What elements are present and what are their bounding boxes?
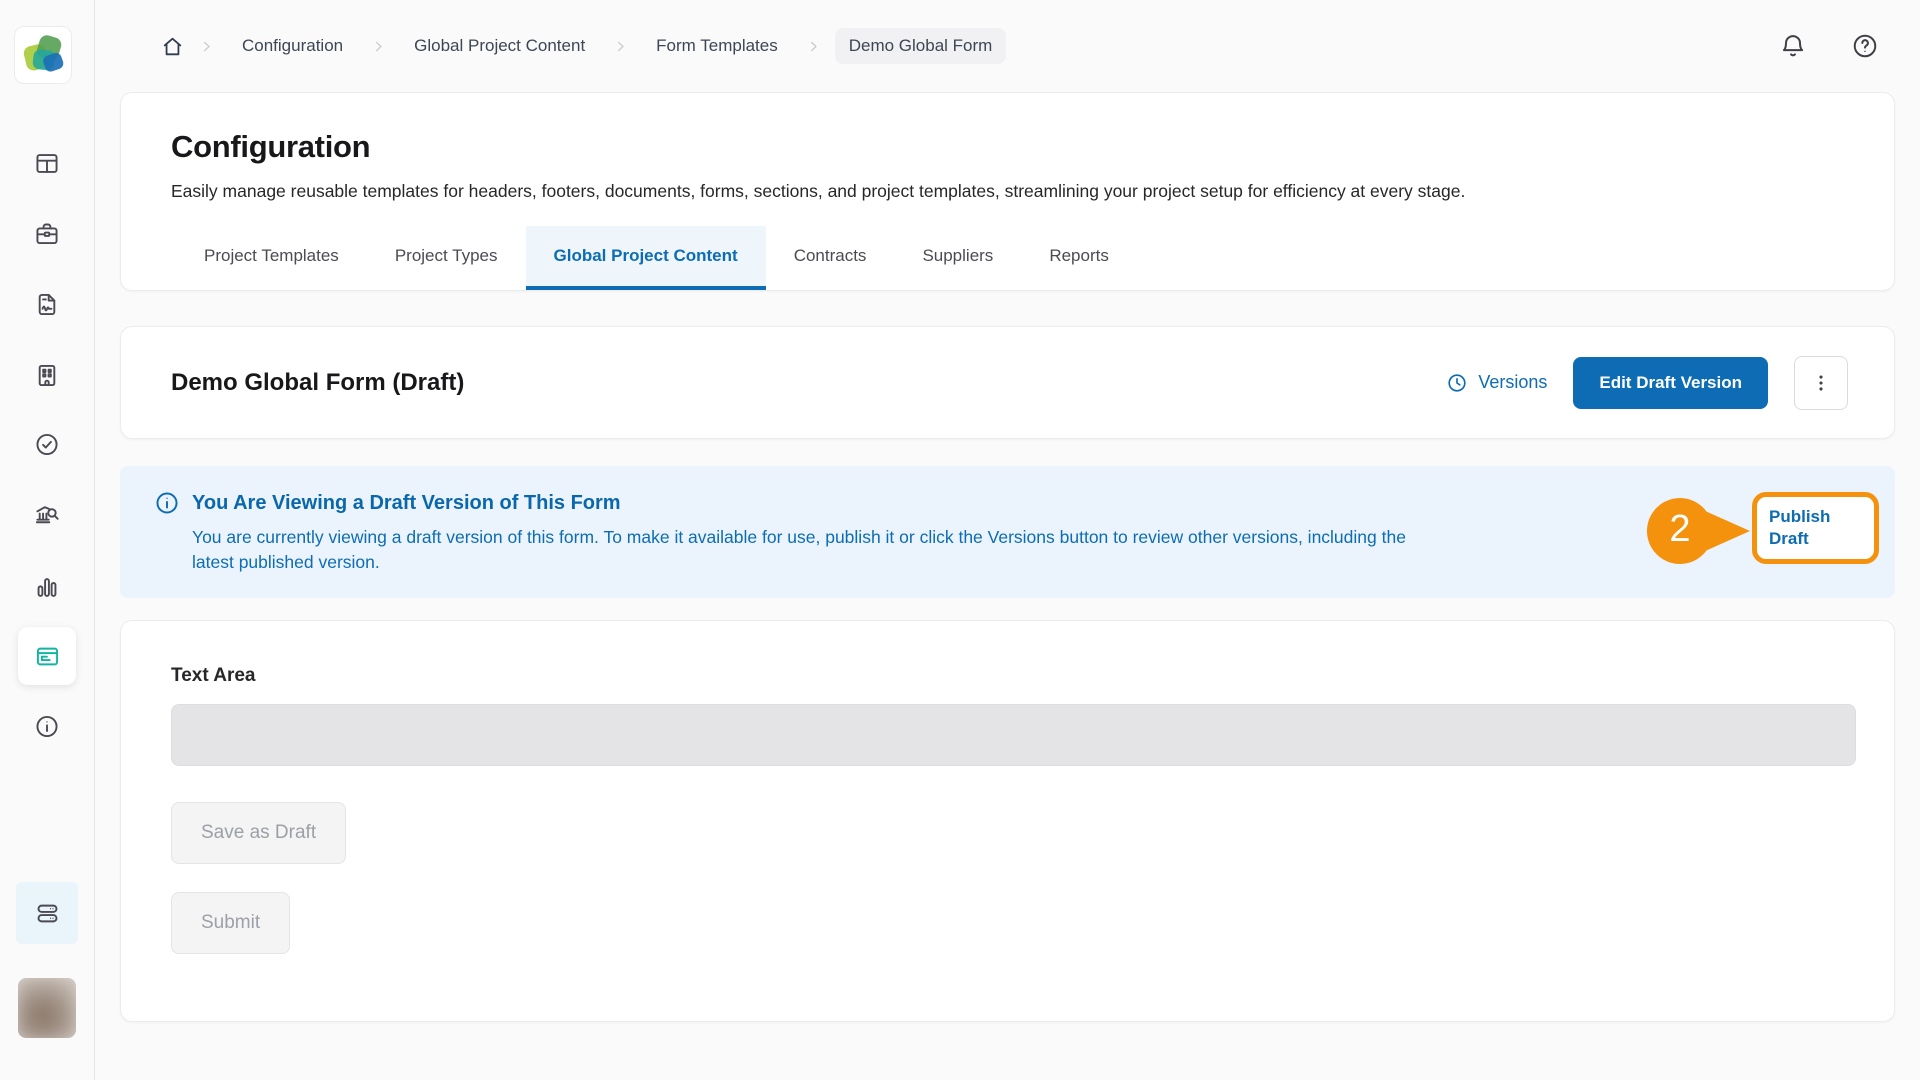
topbar: Configuration Global Project Content For… — [120, 0, 1895, 92]
submit-button[interactable]: Submit — [171, 892, 290, 954]
sidebar-item-projects[interactable] — [34, 220, 61, 247]
breadcrumb-form-templates[interactable]: Form Templates — [642, 28, 792, 64]
tab-reports[interactable]: Reports — [1021, 226, 1137, 290]
chevron-right-icon — [371, 39, 386, 54]
page-description: Easily manage reusable templates for hea… — [171, 181, 1844, 202]
bar-chart-icon — [34, 574, 61, 601]
chevron-right-icon — [199, 39, 214, 54]
edit-draft-version-button[interactable]: Edit Draft Version — [1573, 357, 1768, 409]
breadcrumb-global-project-content[interactable]: Global Project Content — [400, 28, 599, 64]
form-template-icon — [34, 643, 61, 670]
app-logo[interactable] — [14, 26, 72, 84]
sidebar-item-info[interactable] — [34, 713, 61, 740]
publish-draft-button[interactable]: Publish Draft — [1752, 492, 1879, 564]
annotation-step-balloon: 2 — [1646, 497, 1752, 565]
notifications-button[interactable] — [1779, 32, 1807, 60]
sidebar — [0, 0, 95, 1080]
tab-bar: Project Templates Project Types Global P… — [176, 226, 1844, 290]
brand-leaf-logo-icon — [20, 32, 66, 78]
building-icon — [34, 362, 61, 389]
home-icon — [160, 34, 185, 59]
main-content: Configuration Global Project Content For… — [95, 0, 1920, 1022]
clock-icon — [1446, 372, 1468, 394]
sidebar-item-environments[interactable] — [16, 882, 78, 944]
breadcrumb-configuration[interactable]: Configuration — [228, 28, 357, 64]
breadcrumb-demo-global-form: Demo Global Form — [835, 28, 1007, 64]
help-icon — [1851, 32, 1879, 60]
bell-icon — [1779, 32, 1807, 60]
versions-button[interactable]: Versions — [1446, 372, 1547, 394]
textarea-field-label: Text Area — [171, 665, 1856, 687]
check-circle-icon — [34, 431, 61, 458]
save-as-draft-button[interactable]: Save as Draft — [171, 802, 346, 864]
tab-contracts[interactable]: Contracts — [766, 226, 895, 290]
document-signature-icon — [34, 291, 61, 318]
servers-icon — [34, 900, 61, 927]
briefcase-icon — [34, 220, 61, 247]
sidebar-item-reports[interactable] — [34, 574, 61, 601]
sidebar-item-audit[interactable] — [34, 501, 61, 528]
banner-body: You are currently viewing a draft versio… — [192, 525, 1895, 575]
topbar-actions — [1779, 32, 1895, 60]
annotation-step-number: 2 — [1646, 508, 1714, 551]
sidebar-item-organizations[interactable] — [34, 362, 61, 389]
dashboard-layout-icon — [34, 150, 61, 177]
user-avatar[interactable] — [18, 978, 76, 1038]
kebab-menu-icon — [1810, 372, 1832, 394]
banner-text-line1: You are currently viewing a draft versio… — [192, 525, 1672, 550]
avatar-image — [18, 978, 76, 1038]
form-body-card: Text Area Save as Draft Submit — [120, 620, 1895, 1022]
versions-label: Versions — [1478, 372, 1547, 393]
sidebar-item-dashboard[interactable] — [34, 150, 61, 177]
chevron-right-icon — [613, 39, 628, 54]
sidebar-item-form-templates-active[interactable] — [18, 627, 76, 685]
banner-text-line2: latest published version. — [192, 550, 1895, 575]
tab-project-templates[interactable]: Project Templates — [176, 226, 367, 290]
form-title: Demo Global Form (Draft) — [171, 369, 464, 397]
draft-info-banner: You Are Viewing a Draft Version of This … — [120, 466, 1895, 598]
page-title: Configuration — [171, 129, 1844, 165]
tab-suppliers[interactable]: Suppliers — [894, 226, 1021, 290]
breadcrumb: Configuration Global Project Content For… — [160, 28, 1006, 64]
form-header-actions: Versions Edit Draft Version — [1446, 356, 1848, 410]
banner-title: You Are Viewing a Draft Version of This … — [192, 492, 621, 515]
banner-header: You Are Viewing a Draft Version of This … — [154, 490, 1895, 516]
sidebar-item-documents[interactable] — [34, 291, 61, 318]
form-header-card: Demo Global Form (Draft) Versions Edit D… — [120, 326, 1895, 439]
chevron-right-icon — [806, 39, 821, 54]
more-actions-button[interactable] — [1794, 356, 1848, 410]
configuration-card: Configuration Easily manage reusable tem… — [120, 92, 1895, 291]
info-icon — [154, 490, 180, 516]
tab-global-project-content[interactable]: Global Project Content — [526, 226, 766, 290]
tab-project-types[interactable]: Project Types — [367, 226, 526, 290]
info-circle-icon — [34, 713, 61, 740]
text-area-input[interactable] — [171, 704, 1856, 766]
sidebar-item-approvals[interactable] — [34, 431, 61, 458]
breadcrumb-home[interactable] — [160, 34, 185, 59]
institution-search-icon — [34, 501, 61, 528]
help-button[interactable] — [1851, 32, 1879, 60]
